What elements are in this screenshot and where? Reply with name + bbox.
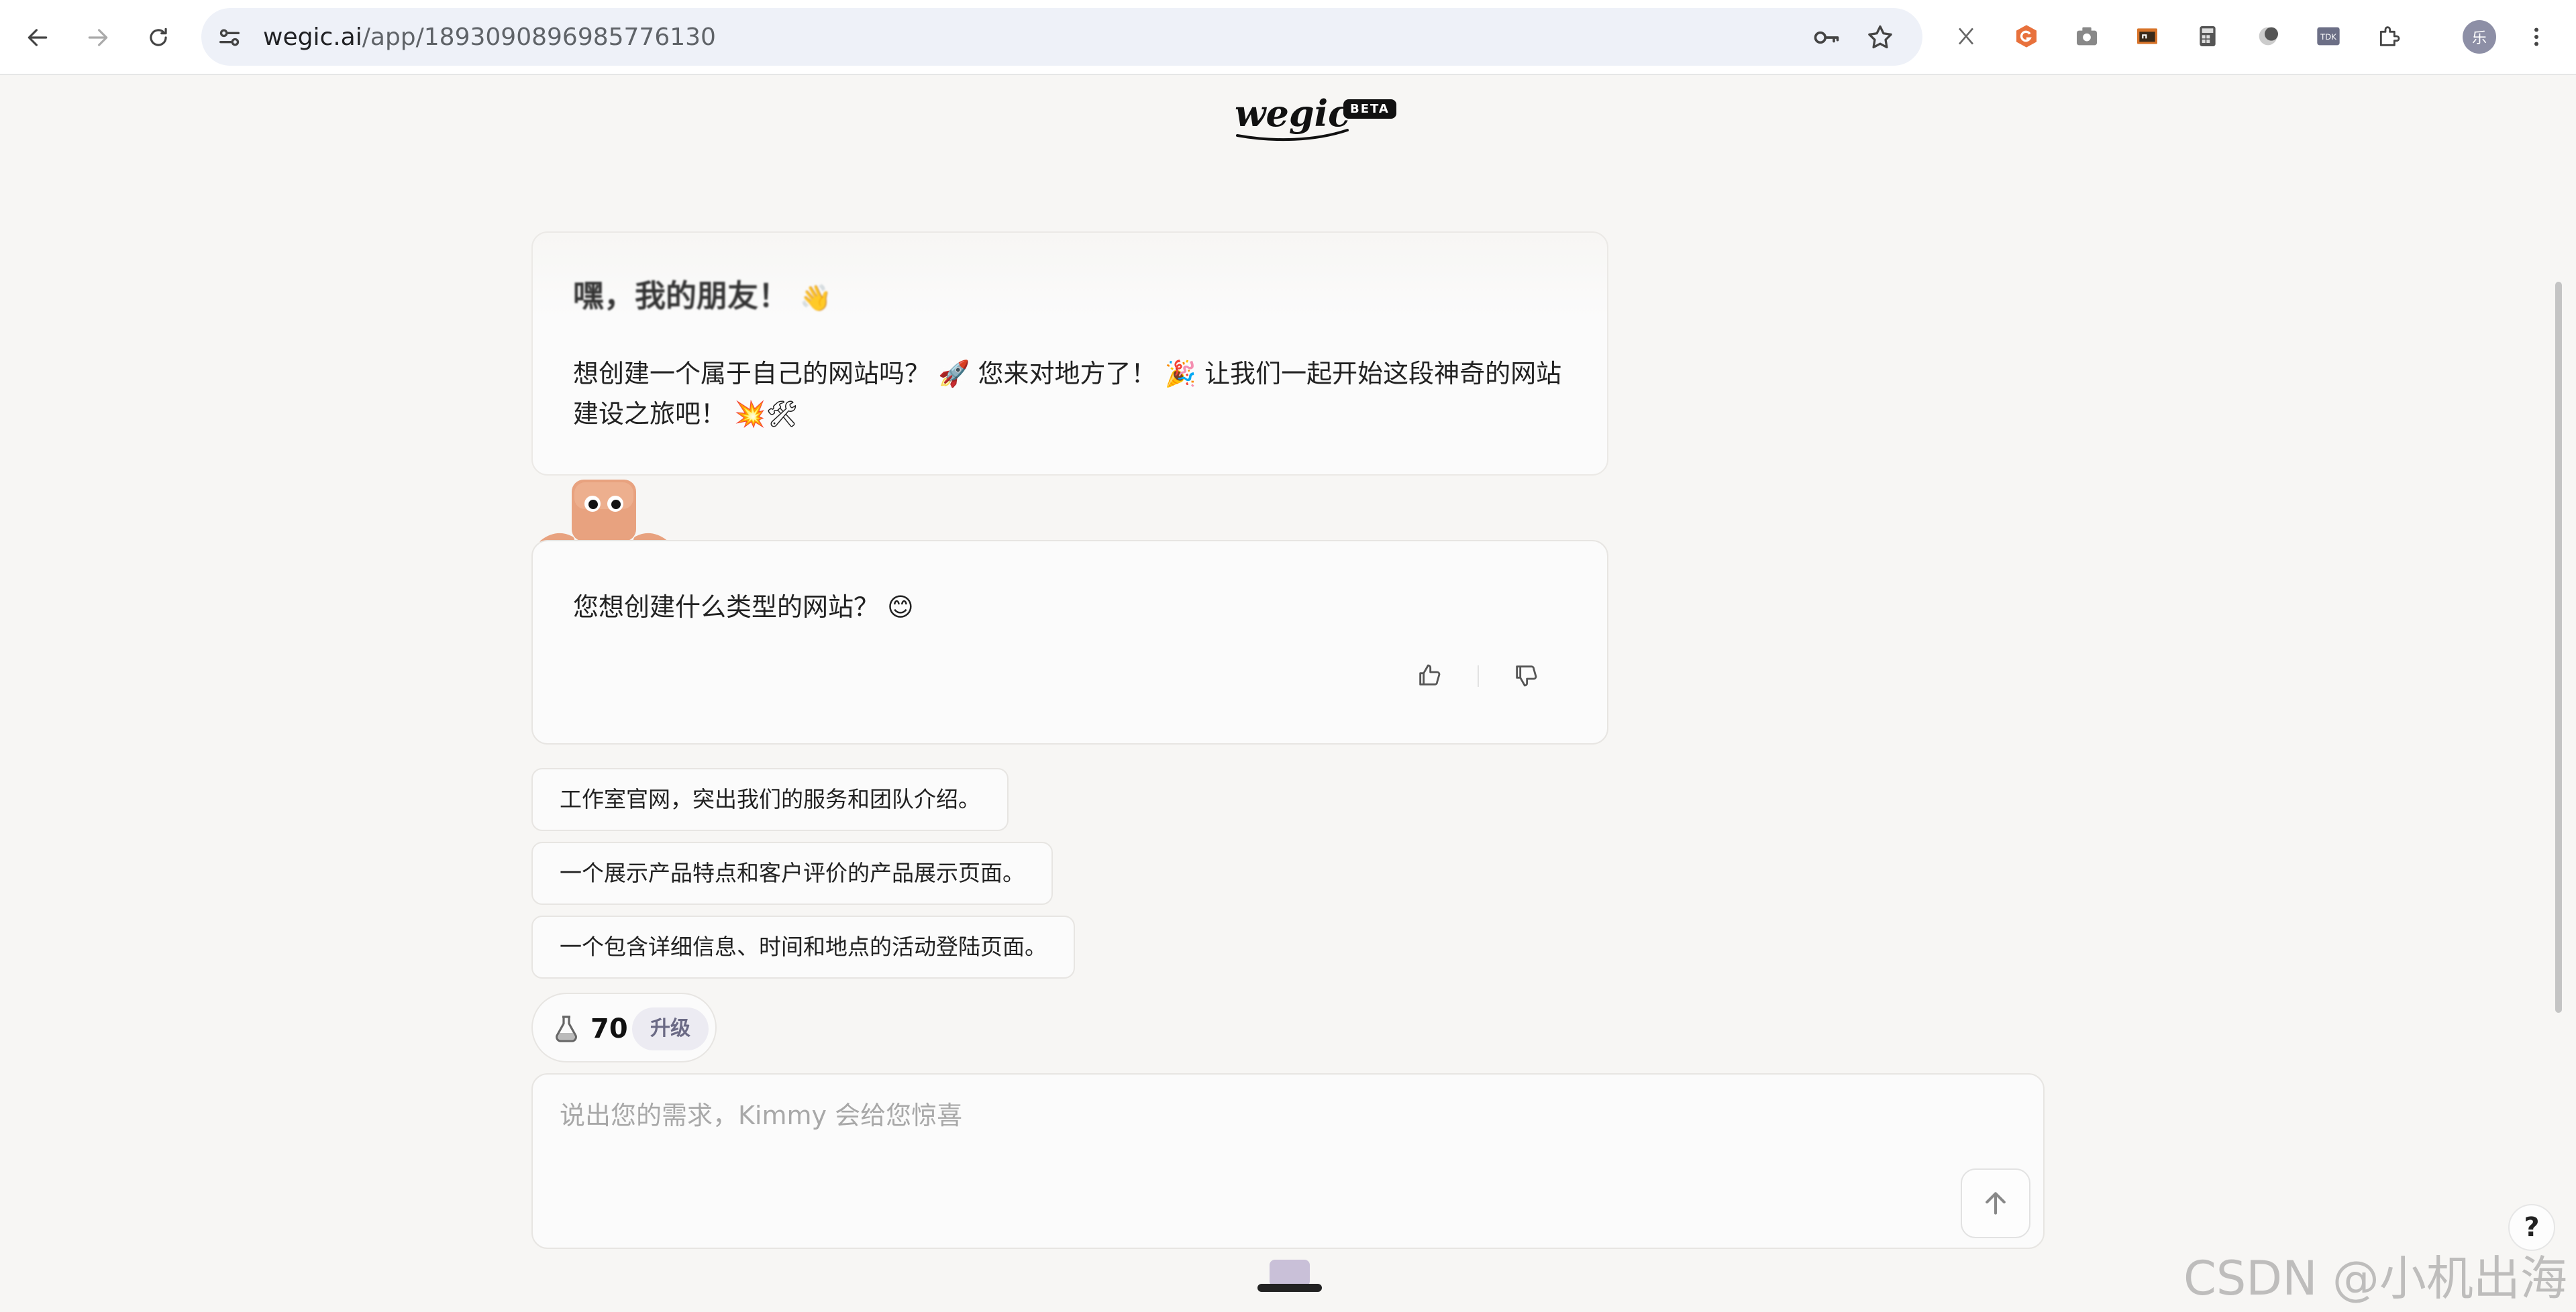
credits-pill: 70 升级 <box>531 993 717 1062</box>
feedback-divider <box>1478 665 1479 687</box>
page-scrollbar[interactable] <box>2555 282 2562 1013</box>
beta-badge: BETA <box>1343 99 1396 119</box>
browser-toolbar: wegic.ai/app/1893090896985776130 TDK 乐 <box>0 0 2576 75</box>
arrow-left-icon <box>28 29 48 46</box>
greeting-title: 嘿，我的朋友！ 👋 <box>573 278 832 314</box>
extension-moon-icon[interactable] <box>2252 20 2284 52</box>
svg-text:TDK: TDK <box>2320 32 2336 42</box>
reload-icon <box>150 28 167 46</box>
url-text[interactable]: wegic.ai/app/1893090896985776130 <box>263 23 716 52</box>
waving-hand-icon: 👋 <box>800 283 832 313</box>
greeting-body: 想创建一个属于自己的网站吗？ 🚀 您来对地方了！ 🎉 让我们一起开始这段神奇的网… <box>573 353 1573 434</box>
forward-button[interactable] <box>81 20 115 55</box>
assistant-question-message: 您想创建什么类型的网站？ 😊 <box>531 540 1608 745</box>
suggestion-chip[interactable]: 工作室官网，突出我们的服务和团队介绍。 <box>531 768 1009 831</box>
more-vertical-icon <box>2534 28 2538 46</box>
back-button[interactable] <box>20 20 55 55</box>
party-popper-icon: 🎉 <box>1164 359 1196 388</box>
extension-translate-icon[interactable] <box>1950 20 1982 52</box>
tools-icon: 🛠 <box>766 399 798 429</box>
extension-folder-icon[interactable] <box>2131 20 2163 52</box>
svg-text:wegic: wegic <box>1235 92 1350 135</box>
star-icon[interactable] <box>1865 23 1895 52</box>
suggestion-chip[interactable]: 一个展示产品特点和客户评价的产品展示页面。 <box>531 842 1053 905</box>
greeting-message: 嘿，我的朋友！ 👋 想创建一个属于自己的网站吗？ 🚀 您来对地方了！ 🎉 让我们… <box>531 231 1608 476</box>
sparkle-icon: 💥 <box>734 399 766 429</box>
key-icon[interactable] <box>1812 23 1841 52</box>
upgrade-button[interactable]: 升级 <box>632 1007 709 1050</box>
site-settings-icon[interactable] <box>216 24 243 51</box>
credits-count: 70 <box>590 1014 628 1044</box>
suggestion-chip[interactable]: 一个包含详细信息、时间和地点的活动登陆页面。 <box>531 916 1075 979</box>
smiling-face-icon: 😊 <box>887 592 914 622</box>
thumbs-down-icon <box>1516 665 1537 687</box>
send-button[interactable] <box>1961 1168 2030 1238</box>
profile-avatar[interactable]: 乐 <box>2463 20 2496 54</box>
address-bar[interactable]: wegic.ai/app/1893090896985776130 <box>201 8 1922 66</box>
browser-menu-button[interactable] <box>2523 20 2550 54</box>
question-text: 您想创建什么类型的网站？ 😊 <box>573 587 914 627</box>
mascot-peek-icon <box>1257 1260 1322 1292</box>
extension-grammarly-icon[interactable] <box>2010 20 2043 52</box>
arrow-up-icon <box>1986 1192 2006 1215</box>
extensions-puzzle-icon[interactable] <box>2373 20 2405 52</box>
rocket-icon: 🚀 <box>938 359 970 388</box>
extension-calculator-icon[interactable] <box>2192 20 2224 52</box>
extension-tdk-icon[interactable]: TDK <box>2312 20 2345 52</box>
thumbs-up-icon <box>1419 664 1441 686</box>
reload-button[interactable] <box>141 20 176 55</box>
watermark: CSDN @小机出海 <box>2183 1251 2567 1306</box>
thumbs-down-button[interactable] <box>1506 655 1546 696</box>
arrow-right-icon <box>88 29 108 46</box>
message-input[interactable] <box>560 1095 1969 1175</box>
potion-icon <box>556 1016 577 1042</box>
message-composer <box>531 1073 2045 1249</box>
thumbs-up-button[interactable] <box>1409 655 1449 696</box>
extension-camera-icon[interactable] <box>2071 20 2103 52</box>
